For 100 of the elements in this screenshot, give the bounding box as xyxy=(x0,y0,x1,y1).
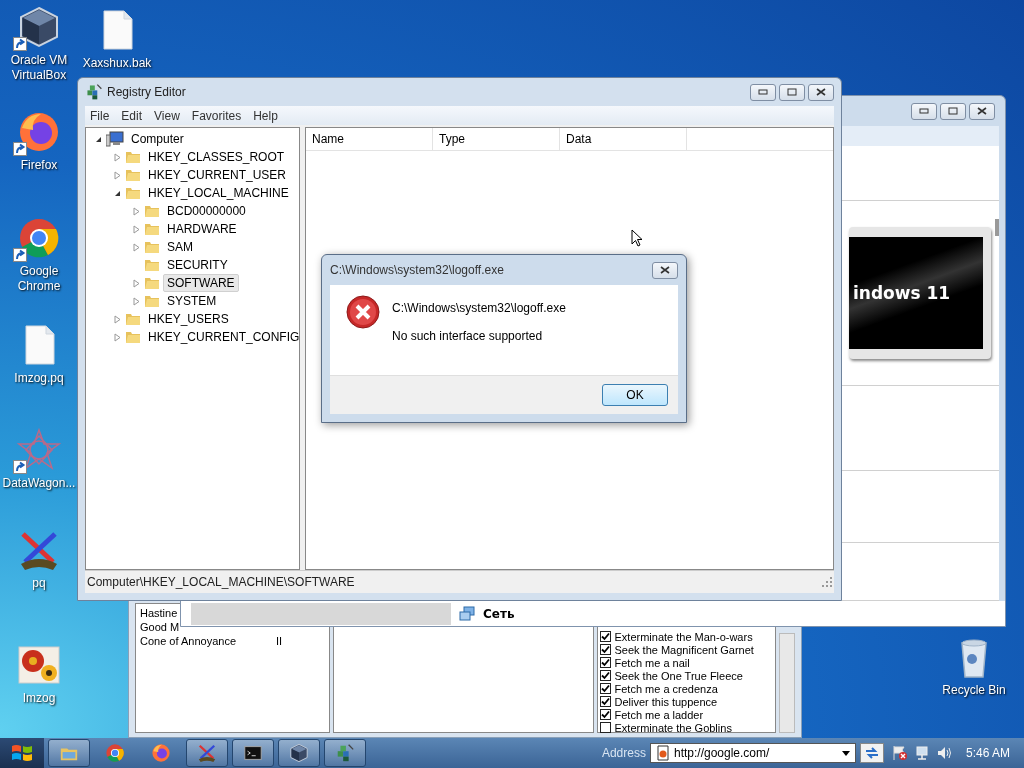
clock[interactable]: 5:46 AM xyxy=(955,746,1024,760)
tree-item[interactable]: HKEY_USERS xyxy=(144,310,233,328)
fox-globe-icon[interactable] xyxy=(151,743,171,763)
menu-item[interactable]: Edit xyxy=(116,108,148,123)
stat-value: II xyxy=(276,634,283,648)
quest-label: Seek the Magnificent Garnet xyxy=(614,643,754,656)
quest-label: Exterminate the Goblins xyxy=(614,721,732,734)
folder-icon xyxy=(144,275,160,291)
expand-arrow-icon[interactable] xyxy=(132,278,141,288)
close-button[interactable] xyxy=(808,83,834,101)
minimize-button[interactable] xyxy=(750,83,776,101)
column-header[interactable]: Name xyxy=(306,128,433,150)
scrollbar-thumb[interactable] xyxy=(995,219,999,236)
scrollbar[interactable] xyxy=(779,633,795,733)
minimize-icon[interactable] xyxy=(758,89,768,95)
start-button[interactable] xyxy=(0,738,44,768)
checkbox[interactable] xyxy=(600,709,612,720)
caret-icon[interactable] xyxy=(841,750,850,756)
tree-item[interactable]: HKEY_CURRENT_CONFIG xyxy=(144,328,304,346)
folder-icon xyxy=(125,329,141,345)
computer-icon xyxy=(106,131,124,147)
icon-label: Recycle Bin xyxy=(942,683,1006,698)
minimize-button[interactable] xyxy=(911,102,937,120)
minimize-icon[interactable] xyxy=(919,108,929,114)
resize-grip-icon[interactable] xyxy=(822,577,832,587)
restore-icon[interactable] xyxy=(787,88,797,96)
icon-label: Google Chrome xyxy=(16,264,62,294)
flowers-icon xyxy=(17,643,61,687)
registry-cubes-icon[interactable] xyxy=(335,743,355,763)
ok-button[interactable]: OK xyxy=(602,384,668,406)
tree-item[interactable]: HKEY_CURRENT_USER xyxy=(144,166,291,184)
expand-arrow-icon[interactable] xyxy=(113,332,122,342)
status-text: Computer\HKEY_LOCAL_MACHINE\SOFTWARE xyxy=(87,575,355,589)
taskbar-button[interactable] xyxy=(232,739,274,767)
network-icon xyxy=(459,605,475,622)
expand-arrow-icon[interactable] xyxy=(113,314,122,324)
expand-arrow-icon[interactable] xyxy=(132,242,141,252)
folder-icon xyxy=(144,257,160,273)
speaker-icon[interactable] xyxy=(935,745,952,761)
cube-icon xyxy=(17,5,61,49)
tree-item[interactable]: SOFTWARE xyxy=(163,274,239,292)
checkbox[interactable] xyxy=(600,683,612,694)
close-icon[interactable] xyxy=(977,107,987,115)
close-icon[interactable] xyxy=(816,88,826,96)
quest-label: Seek the One True Fleece xyxy=(614,669,743,682)
tree-item[interactable]: SECURITY xyxy=(163,256,232,274)
tree-item[interactable]: Computer xyxy=(127,130,188,148)
folder-icon xyxy=(125,311,141,327)
quest-label: Fetch me a ladder xyxy=(614,708,704,721)
console-icon[interactable] xyxy=(243,743,263,763)
taskbar-button[interactable] xyxy=(324,739,366,767)
folder-icon xyxy=(125,149,141,165)
address-label: Address xyxy=(601,746,646,760)
close-button[interactable] xyxy=(652,261,678,279)
checkbox[interactable] xyxy=(600,644,612,655)
banner-text: indows 11 xyxy=(853,283,951,303)
expand-arrow-icon[interactable] xyxy=(132,296,141,306)
flag-icon[interactable] xyxy=(891,745,908,761)
close-button[interactable] xyxy=(969,102,995,120)
quest-label: Deliver this tuppence xyxy=(614,695,718,708)
folder-icon xyxy=(144,293,160,309)
expand-arrow-icon[interactable] xyxy=(132,206,141,216)
column-header[interactable]: Type xyxy=(433,128,560,150)
cube-icon[interactable] xyxy=(289,743,309,763)
chrome-icon[interactable] xyxy=(105,743,125,763)
taskbar-button[interactable] xyxy=(48,739,90,767)
checkbox[interactable] xyxy=(600,657,612,668)
tree-item[interactable]: HKEY_CLASSES_ROOT xyxy=(144,148,289,166)
folder-icon xyxy=(125,185,141,201)
icon-label: pq xyxy=(32,576,46,591)
checkbox[interactable] xyxy=(600,631,612,642)
close-icon[interactable] xyxy=(660,266,670,274)
taskbar-button[interactable] xyxy=(186,739,228,767)
menu-item[interactable]: Help xyxy=(248,108,283,123)
dialog-message: No such interface supported xyxy=(392,329,544,343)
tree-item[interactable]: BCD00000000 xyxy=(163,202,250,220)
menu-item[interactable]: File xyxy=(85,108,115,123)
tree-item[interactable]: SYSTEM xyxy=(163,292,221,310)
network-icon[interactable] xyxy=(913,745,930,761)
column-header[interactable]: Data xyxy=(560,128,687,150)
icon-label: Imzog xyxy=(22,691,56,706)
tree-item[interactable]: SAM xyxy=(163,238,197,256)
menu-item[interactable]: View xyxy=(149,108,185,123)
dialog-heading: C:\Windows\system32\logoff.exe xyxy=(392,301,566,315)
expand-arrow-icon[interactable] xyxy=(113,170,122,180)
tree-item[interactable]: HKEY_LOCAL_MACHINE xyxy=(144,184,293,202)
address-field[interactable]: http://google.com/ xyxy=(649,743,856,763)
checkbox[interactable] xyxy=(600,722,612,733)
expand-arrow-icon[interactable] xyxy=(113,152,122,162)
dialog-title: C:\Windows\system32\logoff.exe xyxy=(330,263,504,277)
tree-item[interactable]: HARDWARE xyxy=(163,220,241,238)
menu-item[interactable]: Favorites xyxy=(186,108,247,123)
checkbox[interactable] xyxy=(600,696,612,707)
expand-arrow-icon[interactable] xyxy=(132,224,141,234)
checkbox[interactable] xyxy=(600,670,612,681)
taskbar-button[interactable] xyxy=(278,739,320,767)
folder-icon xyxy=(144,239,160,255)
stat-name: Hastine xyxy=(140,606,179,620)
crossed-swords-icon[interactable] xyxy=(197,743,217,763)
restore-icon[interactable] xyxy=(948,107,958,115)
